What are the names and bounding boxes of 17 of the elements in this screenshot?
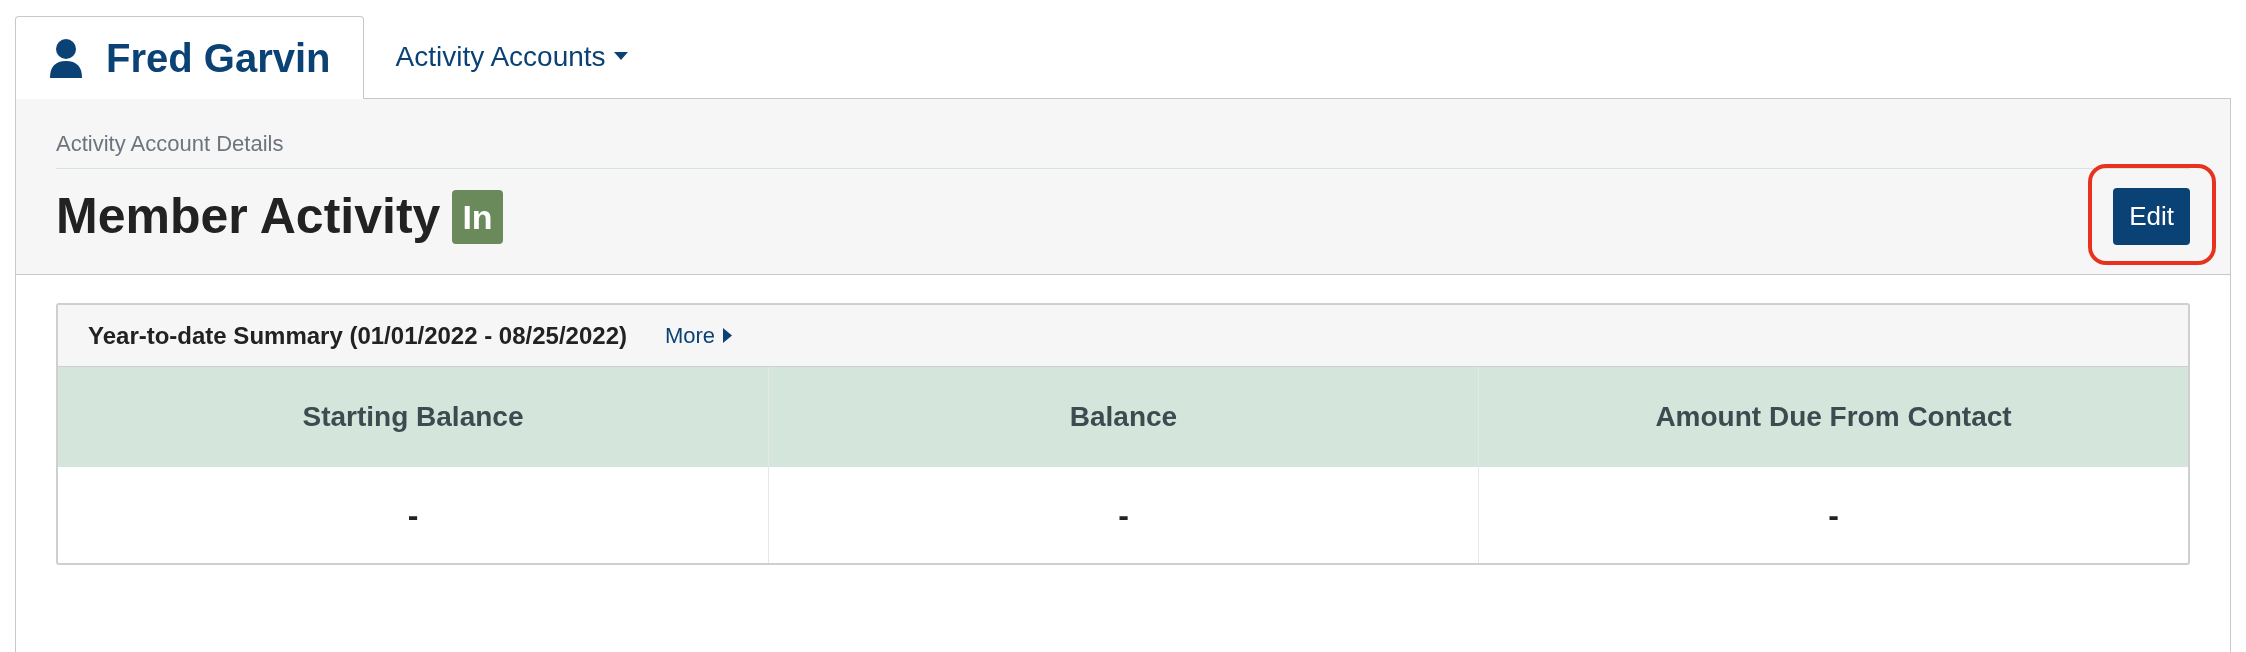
column-header: Balance bbox=[768, 367, 1478, 467]
tab[interactable]: Fred Garvin bbox=[15, 16, 364, 99]
caret-right-icon bbox=[723, 328, 733, 343]
column-header: Amount Due From Contact bbox=[1478, 367, 2188, 467]
summary-title: Year-to-date Summary (01/01/2022 - 08/25/2022) bbox=[88, 320, 627, 351]
status-badge: In bbox=[452, 189, 503, 244]
table-cell: - bbox=[1478, 467, 2188, 563]
table-cell: - bbox=[768, 467, 1478, 563]
more-link[interactable]: More bbox=[664, 319, 733, 352]
person-icon bbox=[48, 38, 84, 78]
page-title: Member Activity bbox=[56, 187, 441, 246]
caret-icon bbox=[613, 52, 628, 61]
table-cell-text: - bbox=[406, 496, 420, 535]
column-header: Starting Balance bbox=[58, 367, 768, 467]
edit-button[interactable]: Edit bbox=[2113, 188, 2190, 245]
breadcrumb-text: Activity Account Details bbox=[56, 127, 2190, 169]
tab[interactable]: Activity Accounts bbox=[363, 15, 660, 98]
